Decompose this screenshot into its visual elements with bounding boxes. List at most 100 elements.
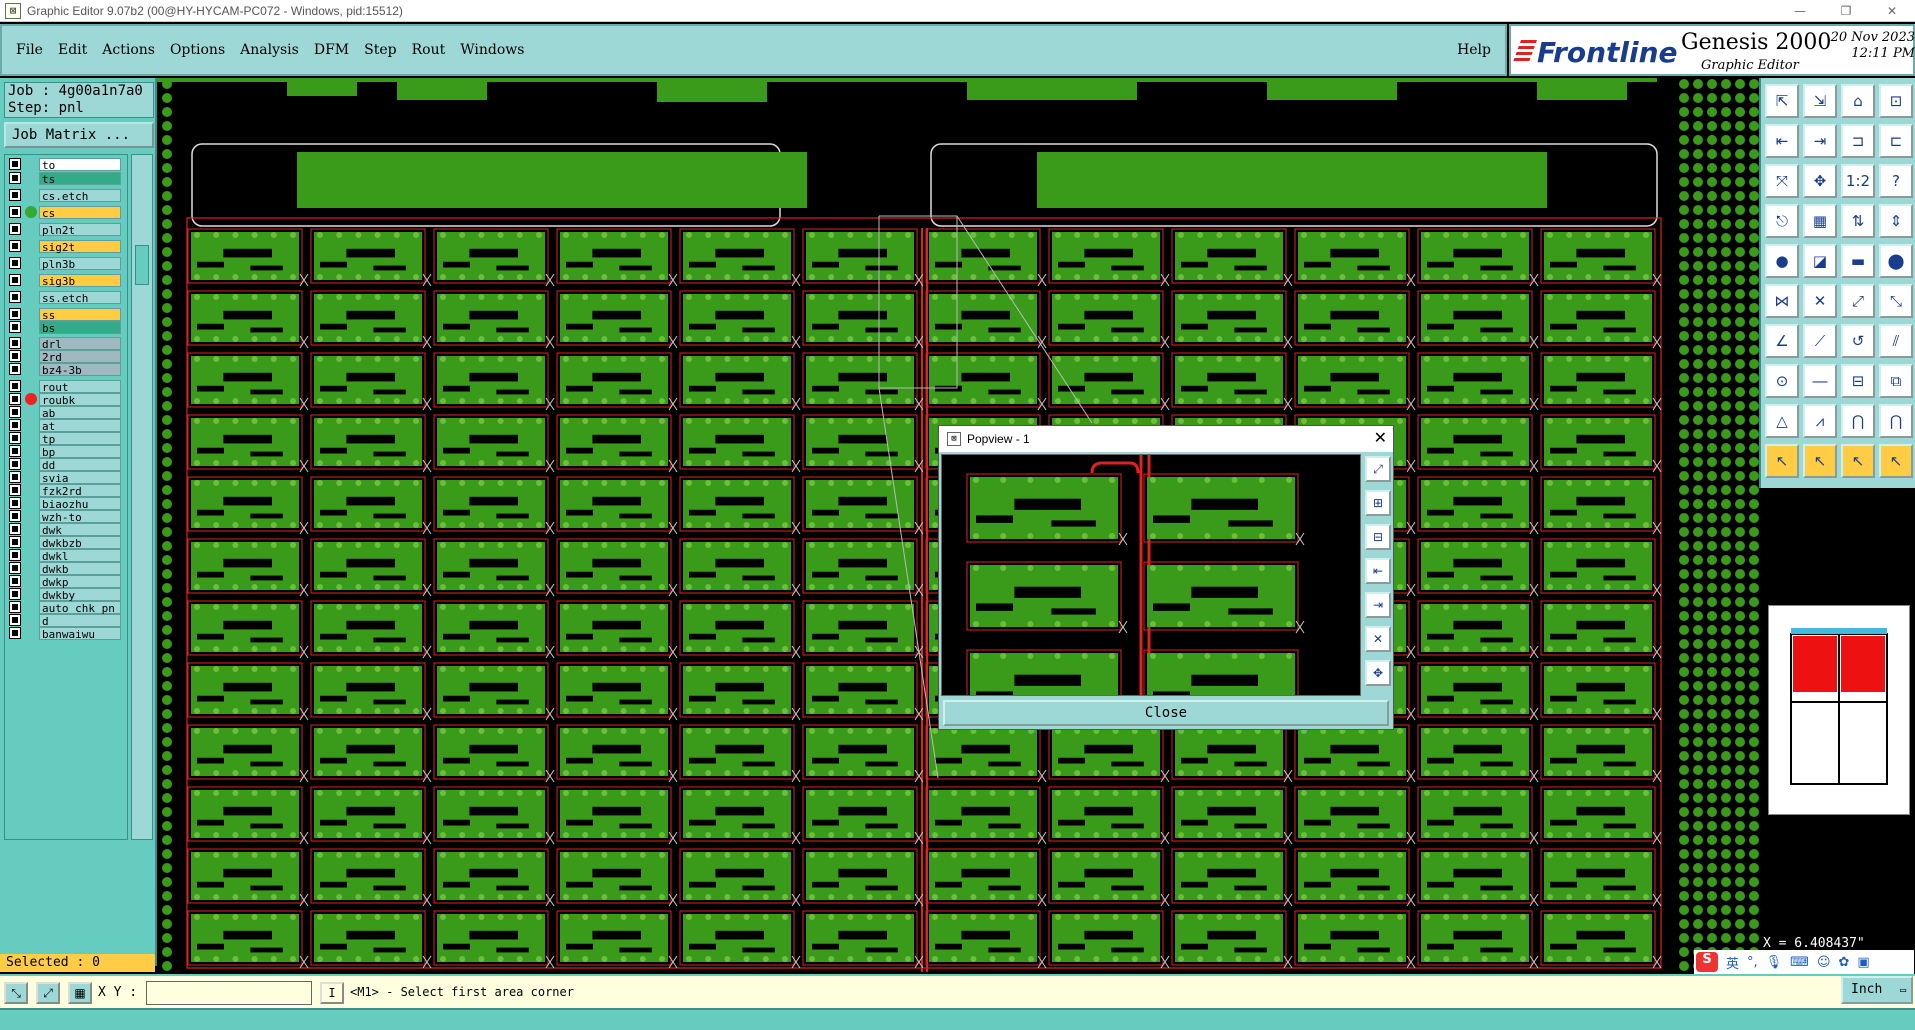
layer-name[interactable]: ss.etch [39, 290, 121, 305]
layer-name[interactable]: dwkbzb [39, 535, 121, 550]
layer-name[interactable]: 2rd [39, 349, 121, 364]
window-title-bar[interactable]: ⊠ Graphic Editor 9.07b2 (00@HY-HYCAM-PC0… [0, 0, 1915, 22]
menu-help[interactable]: Help [1457, 42, 1491, 58]
layer-checkbox[interactable] [9, 189, 21, 201]
layer-name[interactable]: cs.etch [39, 188, 121, 203]
layer-name[interactable]: at [39, 418, 121, 433]
layer-list-scrollbar[interactable] [131, 154, 153, 840]
layer-name[interactable]: dwkp [39, 574, 121, 589]
layer-name[interactable]: ts [39, 171, 121, 186]
units-select[interactable]: Inch ▭ [1841, 976, 1913, 1004]
layer-row-rout[interactable]: rout [9, 379, 121, 394]
layer-row-to[interactable]: to [9, 157, 121, 172]
tool-29-icon[interactable]: ⊙ [1765, 364, 1799, 398]
layer-checkbox[interactable] [9, 337, 21, 349]
layer-row-ss[interactable]: ss [9, 307, 121, 322]
layer-checkbox[interactable] [9, 627, 21, 639]
layer-name[interactable]: sig2t [39, 239, 121, 254]
tool-34-icon[interactable]: ⩘ [1803, 404, 1837, 438]
tool-33-icon[interactable]: △ [1765, 404, 1799, 438]
emoji-icon[interactable]: ☺ [1817, 955, 1831, 970]
close-icon[interactable]: ✕ [1374, 428, 1387, 447]
layer-row-cs-etch[interactable]: cs.etch [9, 188, 121, 203]
layer-row-bs[interactable]: bs [9, 320, 121, 335]
tool-17-icon[interactable]: ● [1765, 244, 1799, 278]
tool-4-icon[interactable]: ⊡ [1879, 84, 1913, 118]
layer-name[interactable]: ab [39, 405, 121, 420]
layer-checkbox[interactable] [9, 321, 21, 333]
snap-icon[interactable]: ⤡ [4, 982, 28, 1004]
overview-map[interactable] [1768, 605, 1910, 815]
measure-icon[interactable]: ⤢ [36, 982, 60, 1004]
pointer-edit-icon[interactable]: ↖ [1841, 444, 1875, 478]
menu-windows[interactable]: Windows [460, 42, 524, 58]
layer-row-drl[interactable]: drl [9, 336, 121, 351]
layer-name[interactable]: banwaiwu [39, 626, 121, 641]
layer-checkbox[interactable] [9, 363, 21, 375]
layer-name[interactable]: pln2t [39, 222, 121, 237]
menu-options[interactable]: Options [170, 42, 225, 58]
layer-name[interactable]: tp [39, 431, 121, 446]
layer-name[interactable]: roubk [39, 392, 121, 407]
tool-32-icon[interactable]: ⧉ [1879, 364, 1913, 398]
ime-punct-icon[interactable]: °, [1747, 955, 1758, 970]
restore-icon[interactable]: ❐ [1823, 0, 1869, 22]
layer-row-bp[interactable]: bp [9, 444, 121, 459]
tool-19-icon[interactable]: ▬ [1841, 244, 1875, 278]
zoom-center-icon[interactable]: ✥ [1365, 660, 1391, 686]
tool-18-icon[interactable]: ◪ [1803, 244, 1837, 278]
ime-language[interactable]: 英 [1726, 953, 1739, 972]
layer-row-dwkbzb[interactable]: dwkbzb [9, 535, 121, 550]
tool-24-icon[interactable]: ⤡ [1879, 284, 1913, 318]
popview-close-button[interactable]: Close [943, 700, 1389, 726]
layer-checkbox[interactable] [9, 549, 21, 561]
menu-step[interactable]: Step [364, 42, 396, 58]
layer-checkbox[interactable] [9, 445, 21, 457]
layer-row-fzk2rd[interactable]: fzk2rd [9, 483, 121, 498]
job-matrix-button[interactable]: Job Matrix ... [4, 122, 154, 148]
layer-name[interactable]: auto_chk_pn [39, 600, 121, 615]
tool-13-icon[interactable]: ⎋ [1765, 204, 1799, 238]
layer-checkbox[interactable] [9, 471, 21, 483]
tool-3-icon[interactable]: ⌂ [1841, 84, 1875, 118]
menu-rout[interactable]: Rout [412, 42, 446, 58]
layer-checkbox[interactable] [9, 406, 21, 418]
layer-row-ss-etch[interactable]: ss.etch [9, 290, 121, 305]
tool-23-icon[interactable]: ⤢ [1841, 284, 1875, 318]
layer-checkbox[interactable] [9, 575, 21, 587]
layer-checkbox[interactable] [9, 308, 21, 320]
tool-10-icon[interactable]: ✥ [1803, 164, 1837, 198]
layer-name[interactable]: ss [39, 307, 121, 322]
layer-name[interactable]: dwkb [39, 561, 121, 576]
popview-canvas[interactable] [941, 454, 1361, 696]
tool-15-icon[interactable]: ⇅ [1841, 204, 1875, 238]
layer-row-svia[interactable]: svia [9, 470, 121, 485]
layer-checkbox[interactable] [9, 393, 21, 405]
layer-checkbox[interactable] [9, 497, 21, 509]
tool-7-icon[interactable]: ⊐ [1841, 124, 1875, 158]
grid-icon[interactable]: ▦ [68, 982, 92, 1004]
ime-logo[interactable]: S [1696, 952, 1718, 972]
tool-30-icon[interactable]: ― [1803, 364, 1837, 398]
layer-name[interactable]: svia [39, 470, 121, 485]
layer-checkbox[interactable] [9, 484, 21, 496]
tool-1-icon[interactable]: ⇱ [1765, 84, 1799, 118]
tool-2-icon[interactable]: ⇲ [1803, 84, 1837, 118]
pointer-multi-icon[interactable]: ↖ [1879, 444, 1913, 478]
layer-checkbox[interactable] [9, 419, 21, 431]
tool-9-icon[interactable]: ⤧ [1765, 164, 1799, 198]
layer-checkbox[interactable] [9, 432, 21, 444]
tool-26-icon[interactable]: ⟋ [1803, 324, 1837, 358]
zoom-fit-icon[interactable]: ⤢ [1365, 456, 1391, 482]
layer-name[interactable]: dwkby [39, 587, 121, 602]
layer-row-ab[interactable]: ab [9, 405, 121, 420]
help-question-icon[interactable]: ? [1879, 164, 1913, 198]
tool-36-icon[interactable]: ⋂ [1879, 404, 1913, 438]
layer-name[interactable]: biaozhu [39, 496, 121, 511]
menu-dfm[interactable]: DFM [314, 42, 349, 58]
popview-title-bar[interactable]: ⊠ Popview - 1 ✕ [939, 426, 1393, 452]
tool-22-icon[interactable]: ✕ [1803, 284, 1837, 318]
zoom-in-icon[interactable]: ⊞ [1365, 490, 1391, 516]
layer-row-dwkp[interactable]: dwkp [9, 574, 121, 589]
tool-31-icon[interactable]: ⊟ [1841, 364, 1875, 398]
